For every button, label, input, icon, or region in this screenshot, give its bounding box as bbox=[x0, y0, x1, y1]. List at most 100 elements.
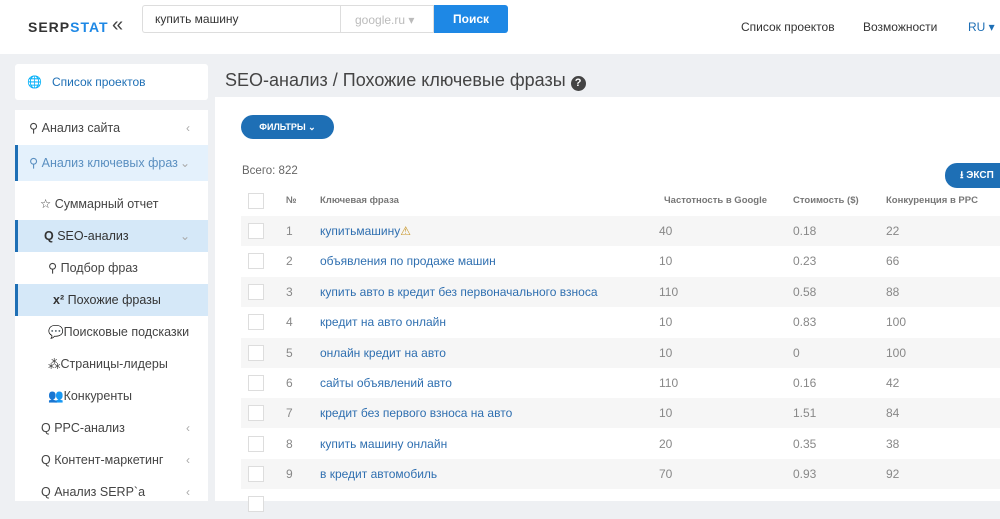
row-number: 3 bbox=[286, 284, 293, 299]
competition-value: 100 bbox=[886, 345, 907, 360]
engine-select[interactable]: google.ru ▾ bbox=[340, 5, 434, 33]
key-icon: ⚲ bbox=[29, 121, 42, 135]
row-checkbox[interactable] bbox=[248, 375, 264, 391]
table-header: № Ключевая фраза Частотность в Google Ст… bbox=[241, 186, 1000, 216]
col-cost[interactable]: Стоимость ($) bbox=[793, 186, 859, 216]
row-checkbox[interactable] bbox=[248, 314, 264, 331]
collapse-sidebar-icon[interactable]: « bbox=[112, 14, 123, 37]
row-number: 2 bbox=[286, 254, 293, 269]
competition-value: 66 bbox=[886, 254, 900, 269]
sidebar-item-serp[interactable]: Q Анализ SERP`а ‹ bbox=[15, 476, 208, 508]
nav-features[interactable]: Возможности bbox=[863, 20, 937, 34]
export-button[interactable]: ⭳ ЭКСП bbox=[945, 163, 1000, 188]
row-number: 7 bbox=[286, 406, 293, 421]
search-button[interactable]: Поиск bbox=[434, 5, 508, 33]
chevron-down-icon: ⌄ bbox=[179, 156, 190, 170]
cost-value: 0.93 bbox=[793, 467, 817, 482]
row-checkbox[interactable] bbox=[248, 223, 264, 239]
row-checkbox[interactable] bbox=[248, 283, 264, 300]
sidebar-projects[interactable]: 🌐 Список проектов bbox=[15, 64, 208, 100]
row-checkbox[interactable] bbox=[248, 405, 264, 422]
phrase-link[interactable]: купить авто в кредит без первоначального… bbox=[320, 277, 598, 307]
sidebar-item-top-pages[interactable]: ⁂Страницы-лидеры bbox=[15, 348, 208, 380]
phrase-link[interactable]: кредит без первого взноса на авто bbox=[320, 398, 512, 428]
row-number: 5 bbox=[286, 345, 293, 360]
row-checkbox[interactable] bbox=[248, 344, 264, 361]
search-input[interactable]: купить машину bbox=[142, 5, 340, 33]
competition-value: 22 bbox=[886, 224, 900, 238]
table-row: 6 сайты объявлений авто 110 0.16 42 bbox=[241, 368, 1000, 398]
frequency-value: 10 bbox=[659, 406, 673, 421]
table-row bbox=[241, 489, 1000, 519]
sidebar-item-content[interactable]: Q Контент-маркетинг ‹ bbox=[15, 444, 208, 476]
row-number: 1 bbox=[286, 224, 293, 238]
sidebar-item-site-analysis[interactable]: ⚲ Анализ сайта ‹ bbox=[15, 112, 208, 144]
sidebar: ⚲ Анализ сайта ‹ ⚲ Анализ ключевых фраз ⌄ … bbox=[15, 110, 208, 501]
page-title: SEO-анализ / Похожие ключевые фразы ? bbox=[225, 70, 586, 91]
phrase-link[interactable]: кредит на авто онлайн bbox=[320, 307, 446, 337]
row-checkbox[interactable] bbox=[248, 466, 264, 483]
frequency-value: 40 bbox=[659, 224, 673, 238]
top-bar: SERPSTAT « купить машину google.ru ▾ Пои… bbox=[0, 0, 1000, 54]
col-frequency[interactable]: Частотность в Google bbox=[664, 186, 767, 216]
frequency-value: 10 bbox=[659, 254, 673, 269]
col-phrase[interactable]: Ключевая фраза bbox=[320, 186, 399, 216]
select-all-checkbox[interactable] bbox=[248, 193, 264, 209]
nav-projects[interactable]: Список проектов bbox=[741, 20, 835, 34]
table-row: 4 кредит на авто онлайн 10 0.83 100 bbox=[241, 307, 1000, 337]
row-checkbox[interactable] bbox=[248, 253, 264, 270]
phrase-link[interactable]: сайты объявлений авто bbox=[320, 368, 452, 398]
chevron-left-icon: ‹ bbox=[186, 121, 190, 135]
filters-button[interactable]: ФИЛЬТРЫ ⌄ bbox=[241, 115, 334, 139]
language-select[interactable]: RU ▾ bbox=[968, 20, 995, 34]
sidebar-item-seo-analysis[interactable]: Q SEO-анализ ⌄ bbox=[15, 220, 208, 252]
cost-value: 0.16 bbox=[793, 376, 817, 390]
phrase-link[interactable]: в кредит автомобиль bbox=[320, 459, 437, 489]
search-icon: Q bbox=[44, 229, 58, 243]
frequency-value: 20 bbox=[659, 436, 673, 451]
sidebar-item-search-suggestions[interactable]: 💬Поисковые подсказки bbox=[15, 316, 208, 348]
frequency-value: 10 bbox=[659, 315, 673, 330]
frequency-value: 110 bbox=[659, 284, 679, 299]
table-row: 7 кредит без первого взноса на авто 10 1… bbox=[241, 398, 1000, 429]
col-competition[interactable]: Конкуренция в PPC bbox=[886, 186, 978, 216]
globe-icon: 🌐 bbox=[27, 75, 42, 89]
sidebar-item-competitors[interactable]: 👥Конкуренты bbox=[15, 380, 208, 412]
logo[interactable]: SERPSTAT bbox=[28, 19, 109, 35]
cost-value: 0.58 bbox=[793, 284, 817, 299]
key-icon: ⚲ bbox=[29, 156, 42, 170]
warning-icon: ⚠ bbox=[400, 224, 411, 238]
help-icon[interactable]: ? bbox=[570, 76, 586, 91]
competition-value: 38 bbox=[886, 436, 900, 451]
search-icon: Q bbox=[41, 485, 55, 499]
sidebar-item-keyword-analysis[interactable]: ⚲ Анализ ключевых фраз ⌄ bbox=[15, 145, 208, 181]
table-row: 5 онлайн кредит на авто 10 0 100 bbox=[241, 337, 1000, 368]
competition-value: 100 bbox=[886, 315, 907, 330]
total-count: Всего: 822 bbox=[242, 165, 298, 177]
frequency-value: 110 bbox=[659, 376, 679, 390]
chevron-left-icon: ‹ bbox=[186, 453, 190, 467]
sidebar-item-summary[interactable]: ☆ Суммарный отчет bbox=[15, 188, 208, 220]
col-number[interactable]: № bbox=[286, 186, 297, 216]
frequency-value: 70 bbox=[659, 467, 673, 482]
sidebar-item-phrase-selection[interactable]: ⚲ Подбор фраз bbox=[15, 252, 208, 284]
phrase-link[interactable]: объявления по продаже машин bbox=[320, 246, 496, 276]
row-checkbox[interactable] bbox=[248, 496, 264, 512]
sitemap-icon: ⁂ bbox=[48, 357, 61, 371]
phrase-link[interactable]: онлайн кредит на авто bbox=[320, 338, 446, 368]
table-row: 9 в кредит автомобиль 70 0.93 92 bbox=[241, 459, 1000, 490]
row-checkbox[interactable] bbox=[248, 435, 264, 452]
sidebar-item-similar-phrases[interactable]: x² Похожие фразы bbox=[15, 284, 208, 316]
row-number: 8 bbox=[286, 436, 293, 451]
comments-icon: 💬 bbox=[48, 325, 64, 339]
search-icon: Q bbox=[41, 453, 55, 467]
phrase-link[interactable]: купитьмашину⚠ bbox=[320, 216, 411, 246]
phrase-link[interactable]: купить машину онлайн bbox=[320, 429, 447, 459]
table-row: 1 купитьмашину⚠ 40 0.18 22 bbox=[241, 216, 1000, 246]
table-row: 3 купить авто в кредит без первоначально… bbox=[241, 276, 1000, 307]
sidebar-item-ppc[interactable]: Q PPC-анализ ‹ bbox=[15, 412, 208, 444]
row-number: 6 bbox=[286, 376, 293, 390]
search-icon: Q bbox=[41, 421, 55, 435]
competition-value: 84 bbox=[886, 406, 900, 421]
chevron-left-icon: ‹ bbox=[186, 421, 190, 435]
